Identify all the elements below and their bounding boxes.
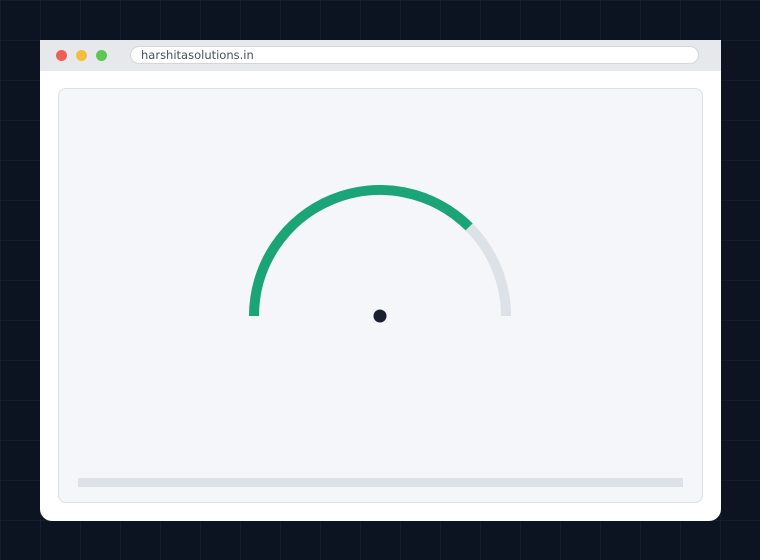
browser-window: harshitasolutions.in: [40, 40, 721, 521]
gauge-value-arc: [249, 185, 473, 317]
semicircle-gauge: [249, 185, 511, 323]
progress-track: [78, 478, 683, 487]
browser-toolbar: harshitasolutions.in: [40, 40, 721, 71]
address-bar[interactable]: harshitasolutions.in: [130, 46, 699, 64]
maximize-window-button[interactable]: [96, 50, 107, 61]
close-window-button[interactable]: [56, 50, 67, 61]
gauge-track-arc: [249, 185, 511, 317]
gauge-needle-hub: [373, 309, 387, 323]
address-bar-url: harshitasolutions.in: [141, 48, 254, 62]
minimize-window-button[interactable]: [76, 50, 87, 61]
gauge-card: [58, 88, 703, 503]
